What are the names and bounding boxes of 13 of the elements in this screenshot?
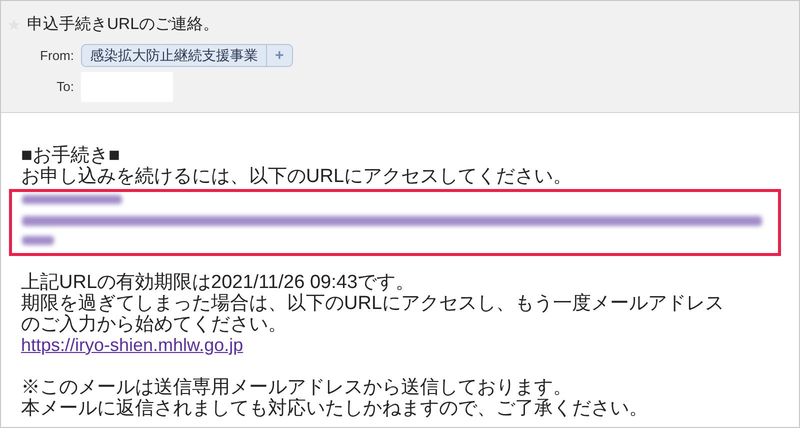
sender-chip[interactable]: 感染拡大防止継続支援事業 + xyxy=(81,44,293,67)
email-subject: 申込手続きURLのご連絡。 xyxy=(27,14,220,35)
sender-name: 感染拡大防止継続支援事業 xyxy=(89,46,259,65)
from-label: From: xyxy=(39,46,74,65)
message-line: 上記URLの有効期限は2021/11/26 09:43です。 xyxy=(21,272,415,293)
to-label: To: xyxy=(56,78,74,96)
message-line: ■お手続き■ xyxy=(21,145,120,166)
website-link[interactable]: https://iryo-shien.mhlw.go.jp xyxy=(21,335,244,355)
message-line: 期限を過ぎてしまった場合は、以下のURLにアクセスし、もう一度メールアドレス xyxy=(21,293,724,314)
message-line: お申し込みを続けるには、以下のURLにアクセスしてください。 xyxy=(21,166,572,187)
message-line: のご入力から始めてください。 xyxy=(21,314,287,335)
message-line: 本メールに返信されましても対応いたしかねますので、ご了承ください。 xyxy=(21,398,648,419)
message-line: ※このメールは送信専用メールアドレスから送信しております。 xyxy=(21,377,572,398)
